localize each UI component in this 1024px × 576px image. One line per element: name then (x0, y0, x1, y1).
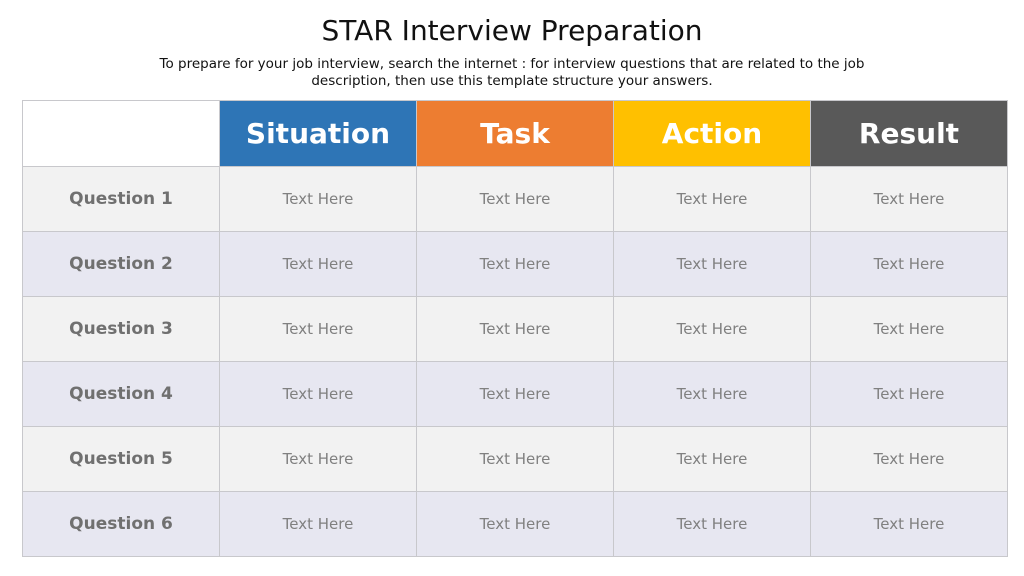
question-label: Question 5 (22, 426, 220, 492)
table-row: Question 3 Text Here Text Here Text Here… (22, 296, 1008, 362)
table-cell: Text Here (416, 296, 614, 362)
header-result: Result (810, 100, 1008, 167)
table-row: Question 2 Text Here Text Here Text Here… (22, 231, 1008, 297)
page-subtitle: To prepare for your job interview, searc… (159, 56, 865, 89)
table-cell: Text Here (416, 231, 614, 297)
table-cell: Text Here (416, 166, 614, 232)
table-cell: Text Here (219, 491, 417, 557)
table-cell: Text Here (810, 231, 1008, 297)
table-cell: Text Here (219, 426, 417, 492)
table-cell: Text Here (219, 296, 417, 362)
question-label: Question 4 (22, 361, 220, 427)
header-task: Task (416, 100, 614, 167)
table-row: Question 1 Text Here Text Here Text Here… (22, 166, 1008, 232)
table-cell: Text Here (613, 296, 811, 362)
table-cell: Text Here (810, 166, 1008, 232)
header-situation: Situation (219, 100, 417, 167)
header-row: Situation Task Action Result (22, 100, 1008, 167)
corner-cell (22, 100, 220, 167)
table-cell: Text Here (416, 426, 614, 492)
table-cell: Text Here (613, 426, 811, 492)
question-label: Question 2 (22, 231, 220, 297)
page-title: STAR Interview Preparation (321, 14, 703, 47)
table-row: Question 5 Text Here Text Here Text Here… (22, 426, 1008, 492)
table-cell: Text Here (613, 231, 811, 297)
table-cell: Text Here (810, 426, 1008, 492)
table-row: Question 6 Text Here Text Here Text Here… (22, 491, 1008, 557)
star-table: Situation Task Action Result Question 1 … (22, 100, 1008, 557)
table-cell: Text Here (219, 166, 417, 232)
table-row: Question 4 Text Here Text Here Text Here… (22, 361, 1008, 427)
table-cell: Text Here (416, 491, 614, 557)
table-cell: Text Here (810, 491, 1008, 557)
header-action: Action (613, 100, 811, 167)
question-label: Question 6 (22, 491, 220, 557)
table-cell: Text Here (219, 361, 417, 427)
question-label: Question 3 (22, 296, 220, 362)
table-cell: Text Here (613, 361, 811, 427)
question-label: Question 1 (22, 166, 220, 232)
table-cell: Text Here (416, 361, 614, 427)
table-cell: Text Here (810, 361, 1008, 427)
table-cell: Text Here (613, 491, 811, 557)
table-cell: Text Here (810, 296, 1008, 362)
table-cell: Text Here (219, 231, 417, 297)
table-cell: Text Here (613, 166, 811, 232)
